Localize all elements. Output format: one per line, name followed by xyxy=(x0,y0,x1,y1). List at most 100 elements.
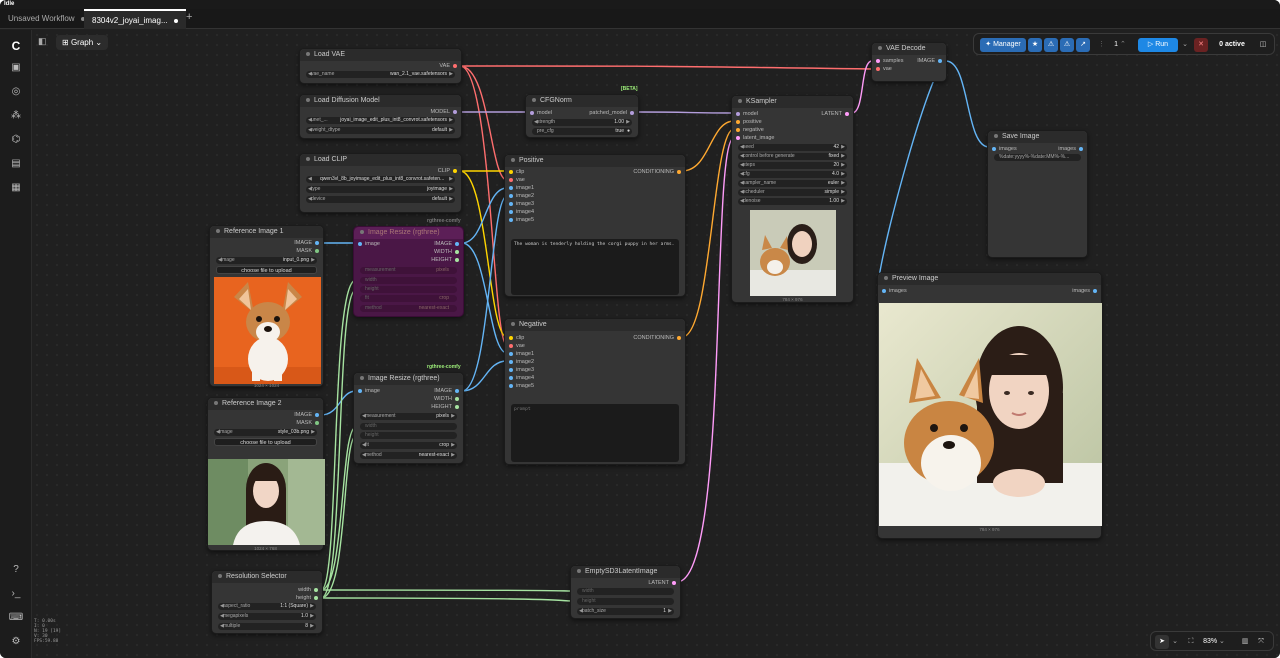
node-cfgnorm[interactable]: CFGNorm model patched_model ◀ strength 1.0… xyxy=(525,94,639,138)
positive-prompt-textarea[interactable]: The woman is tenderly holding the corgi … xyxy=(511,239,679,295)
output-latent[interactable]: LATENT xyxy=(648,579,676,587)
input-image3[interactable]: image3 xyxy=(509,200,534,208)
output-width[interactable]: WIDTH xyxy=(434,248,459,256)
batch-size-widget[interactable]: ◀ batch_size 1 ▶ xyxy=(577,608,674,615)
output-conditioning[interactable]: CONDITIONING xyxy=(633,334,681,342)
output-image[interactable]: IMAGE xyxy=(294,411,319,419)
node-title[interactable]: CFGNorm xyxy=(526,95,638,107)
aspect-ratio-widget[interactable]: ◀ aspect_ratio 1:1 (Square) ▶ xyxy=(218,603,316,610)
node-title[interactable]: Load VAE xyxy=(300,49,461,61)
image-select-widget[interactable]: ◀ image style_03b.png ▶ xyxy=(214,429,317,436)
cancel-icon[interactable]: ✕ xyxy=(1194,38,1208,52)
node-load-vae[interactable]: Load VAE VAE ◀ vae_name wan_2.1_vae.safete… xyxy=(299,48,462,84)
node-reference-image-1[interactable]: Reference Image 1 IMAGE MASK ◀ image input… xyxy=(209,225,324,388)
output-image[interactable]: IMAGE xyxy=(917,57,942,65)
output-width[interactable]: WIDTH xyxy=(434,395,459,403)
queue-icon[interactable]: ◎ xyxy=(8,84,24,100)
node-ksampler[interactable]: KSampler model positive negative latent_… xyxy=(731,95,854,303)
minimap-icon[interactable]: ▥ xyxy=(1239,635,1251,649)
steps-widget[interactable]: ◀ steps 20 ▶ xyxy=(738,162,847,169)
keyboard-icon[interactable]: ⌨ xyxy=(8,610,24,626)
input-clip[interactable]: clip xyxy=(509,334,524,342)
seed-widget[interactable]: ◀ seed 42 ▶ xyxy=(738,144,847,151)
comfy-logo-icon[interactable]: C xyxy=(8,38,24,54)
height-widget[interactable]: height xyxy=(360,286,457,293)
input-images[interactable]: images xyxy=(992,145,1017,153)
input-image4[interactable]: image4 xyxy=(509,374,534,382)
node-title[interactable]: EmptySD3LatentImage xyxy=(571,566,680,578)
node-title[interactable]: Load CLIP xyxy=(300,154,461,166)
output-height[interactable]: HEIGHT xyxy=(431,256,459,264)
method-widget[interactable]: method nearest-exact xyxy=(360,305,457,312)
clip-device-widget[interactable]: ◀ device default ▶ xyxy=(306,196,455,203)
clip-type-widget[interactable]: ◀ type joyimage ▶ xyxy=(306,186,455,193)
star-icon[interactable]: ★ xyxy=(1028,38,1042,52)
terminal-icon[interactable]: ›_ xyxy=(8,586,24,602)
output-latent[interactable]: LATENT xyxy=(821,110,849,118)
cfg-widget[interactable]: ◀ cfg 4.0 ▶ xyxy=(738,171,847,178)
clip-name-widget[interactable]: ◀ qwen3vl_8b_joyimage_edit_plus_int8_conv… xyxy=(306,176,455,183)
input-positive[interactable]: positive xyxy=(736,118,762,126)
node-preview-image[interactable]: Preview Image images images 784 × 976 xyxy=(877,272,1102,539)
filename-prefix-input[interactable]: %date:yyyy%-%date:MM%-%... xyxy=(994,154,1081,161)
unet-name-widget[interactable]: ◀ unet_... joyai_image_edit_plus_int8_conv… xyxy=(306,117,455,124)
input-model[interactable]: model xyxy=(736,110,758,118)
node-library-icon[interactable]: ⁂ xyxy=(8,108,24,124)
upload-button[interactable]: choose file to upload xyxy=(216,266,317,274)
input-images[interactable]: images xyxy=(882,287,907,295)
measurement-widget[interactable]: measurement pixels xyxy=(360,267,457,274)
upload-button[interactable]: choose file to upload xyxy=(214,438,317,446)
run-options-icon[interactable]: ⌄ xyxy=(1180,38,1190,52)
fit-view-icon[interactable]: ⛶ xyxy=(1185,635,1197,649)
tab-unsaved-workflow[interactable]: Unsaved Workflow xyxy=(0,9,93,29)
node-title[interactable]: VAE Decode xyxy=(872,43,946,55)
node-title[interactable]: Load Diffusion Model xyxy=(300,95,461,107)
unload-models-icon[interactable]: ⚠ xyxy=(1044,38,1058,52)
strength-widget[interactable]: ◀ strength 1.00 ▶ xyxy=(532,119,632,126)
chevron-down-icon[interactable]: ⌄ xyxy=(1171,635,1179,649)
zoom-level[interactable]: 83% ⌄ xyxy=(1201,635,1227,649)
megapixels-widget[interactable]: ◀ megapixels 1.0 ▶ xyxy=(218,613,316,620)
weight-dtype-widget[interactable]: ◀ weight_dtype default ▶ xyxy=(306,127,455,134)
node-positive[interactable]: Positive clip vae image1 image2 image3 i… xyxy=(504,154,686,297)
method-widget[interactable]: ◀ method nearest-exact ▶ xyxy=(360,452,457,459)
fit-widget[interactable]: fit crop xyxy=(360,295,457,302)
fit-widget[interactable]: ◀ fit crop ▶ xyxy=(360,442,457,449)
input-image[interactable]: image xyxy=(358,387,380,395)
node-image-resize-1[interactable]: Image Resize (rgthree) image IMAGE WIDTH… xyxy=(353,226,464,317)
node-title[interactable]: Preview Image xyxy=(878,273,1101,285)
right-panel-toggle-icon[interactable]: ◫ xyxy=(1256,38,1270,52)
settings-gear-icon[interactable]: ⚙ xyxy=(8,634,24,650)
node-negative[interactable]: Negative clip vae image1 image2 image3 i… xyxy=(504,318,686,465)
workflows-icon[interactable]: ▤ xyxy=(8,156,24,172)
input-vae[interactable]: vae xyxy=(509,176,525,184)
negative-prompt-textarea[interactable]: prompt xyxy=(511,404,679,462)
input-image1[interactable]: image1 xyxy=(509,350,534,358)
output-clip[interactable]: CLIP xyxy=(438,167,457,175)
input-image[interactable]: image xyxy=(358,240,380,248)
image-icon[interactable]: ▣ xyxy=(8,60,24,76)
input-clip[interactable]: clip xyxy=(509,168,524,176)
output-images[interactable]: images xyxy=(1058,145,1083,153)
node-load-diffusion-model[interactable]: Load Diffusion Model MODEL ◀ unet_... joya… xyxy=(299,94,462,139)
output-height[interactable]: height xyxy=(296,594,318,602)
link-visibility-icon[interactable]: ⤧ xyxy=(1255,635,1267,649)
output-conditioning[interactable]: CONDITIONING xyxy=(633,168,681,176)
input-samples[interactable]: samples xyxy=(876,57,903,65)
sampler-widget[interactable]: ◀ sampler_name euler ▶ xyxy=(738,180,847,187)
input-image2[interactable]: image2 xyxy=(509,358,534,366)
output-height[interactable]: HEIGHT xyxy=(431,403,459,411)
tab-joyai-workflow[interactable]: 8304v2_joyai_imag... xyxy=(84,9,186,29)
share-icon[interactable]: ↗ xyxy=(1076,38,1090,52)
output-width[interactable]: width xyxy=(298,586,318,594)
output-images[interactable]: images xyxy=(1072,287,1097,295)
node-save-image[interactable]: Save Image images images %date:yyyy%-%da… xyxy=(987,130,1088,258)
input-vae[interactable]: vae xyxy=(509,342,525,350)
manager-button[interactable]: ✦ Manager xyxy=(980,38,1026,52)
input-image3[interactable]: image3 xyxy=(509,366,534,374)
node-title[interactable]: KSampler xyxy=(732,96,853,108)
image-select-widget[interactable]: ◀ image input_0.png ▶ xyxy=(216,257,317,264)
output-mask[interactable]: MASK xyxy=(296,247,319,255)
queue-active-status[interactable]: 0 active xyxy=(1214,38,1250,52)
output-vae[interactable]: VAE xyxy=(439,62,457,70)
